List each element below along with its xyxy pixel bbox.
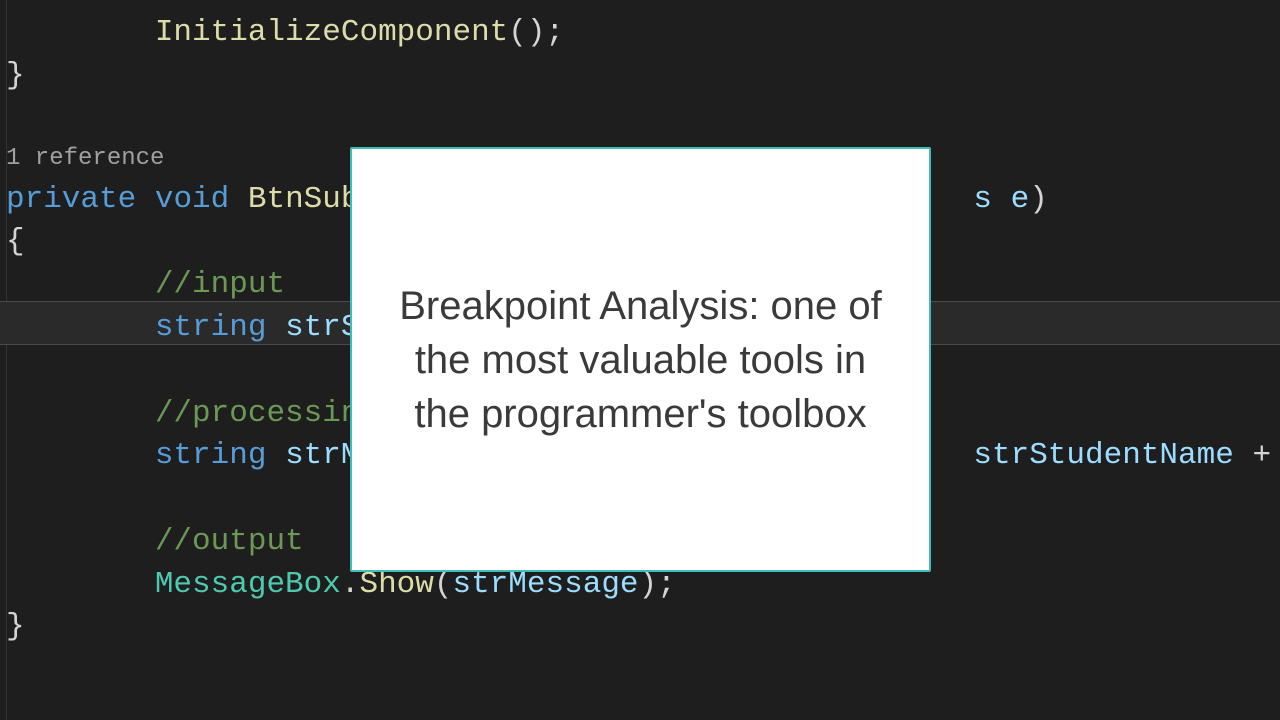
- comment-processing: //processing: [155, 396, 378, 431]
- brace-close: }: [6, 609, 25, 644]
- keyword-string: string: [155, 310, 267, 345]
- method-name: BtnSub: [248, 182, 360, 217]
- paren: ();: [508, 15, 564, 50]
- var-student-name: strStudentName: [973, 438, 1233, 473]
- keyword-string: string: [155, 438, 267, 473]
- brace-close: }: [6, 58, 25, 93]
- operator-plus: +: [1234, 438, 1280, 473]
- code-text: [6, 15, 155, 50]
- type-messagebox: MessageBox: [155, 567, 341, 602]
- param-tail: s: [973, 182, 992, 217]
- brace-open: {: [6, 224, 25, 259]
- method-call: InitializeComponent: [155, 15, 508, 50]
- overlay-card: Breakpoint Analysis: one of the most val…: [350, 147, 931, 572]
- keyword-void: void: [155, 182, 229, 217]
- keyword-private: private: [6, 182, 136, 217]
- comment-output: //output: [155, 524, 304, 559]
- overlay-text: Breakpoint Analysis: one of the most val…: [387, 279, 894, 441]
- comment-input: //input: [155, 267, 285, 302]
